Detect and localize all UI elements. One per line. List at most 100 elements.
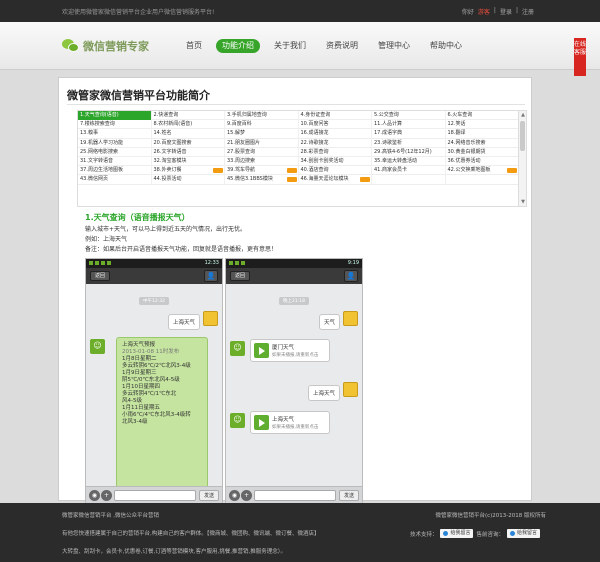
nav-home[interactable]: 首页 xyxy=(180,39,208,53)
feature-item[interactable]: 31.文字转语音 xyxy=(78,156,152,167)
copyright: 微管家微信营销平台(c)2013-2018 版权所有 xyxy=(435,513,546,519)
support-links: 技术支持： 给我留言 售前咨询： 给我留言 xyxy=(410,529,540,538)
feature-item[interactable]: 8.农村新闻(语音) xyxy=(152,120,225,130)
feature-item[interactable]: 38.外卖订餐 xyxy=(152,166,225,176)
voice-card[interactable]: 上海天气 如果未播报,请重新点击 xyxy=(250,411,330,434)
message-input[interactable] xyxy=(254,490,336,501)
user-message: 天气 xyxy=(318,314,340,330)
feature-item[interactable]: 5.公交查询 xyxy=(372,111,446,121)
scroll-up-icon[interactable]: ▲ xyxy=(520,112,526,118)
feature-item[interactable]: 25.网络电影搜索 xyxy=(78,147,152,157)
nav-pricing[interactable]: 资费说明 xyxy=(320,39,364,53)
wechat-logo-icon xyxy=(62,39,80,53)
feature-item[interactable]: 13.糗事 xyxy=(78,129,152,139)
feature-item[interactable]: 27.股票查询 xyxy=(225,147,299,157)
footer-line: 有他您快速搭建属于自己的营销平台,构建自己的客户群体。【微商城、微团购、微讯端、… xyxy=(62,531,320,537)
feature-item[interactable]: 33.周边搜索 xyxy=(225,156,299,167)
nav-about[interactable]: 关于我们 xyxy=(268,39,312,53)
feature-item[interactable]: 4.身份证查询 xyxy=(299,111,372,121)
feature-item[interactable]: 21.朋友圈图片 xyxy=(225,138,299,148)
feature-item[interactable]: 26.文字转语音 xyxy=(152,147,225,157)
feature-item[interactable]: 2.快递查询 xyxy=(152,111,225,121)
feature-item[interactable]: 24.网络音乐搜索 xyxy=(446,138,519,148)
feature-item[interactable]: 34.刮刮卡刮奖活动 xyxy=(299,156,372,167)
user-icon[interactable]: 👤 xyxy=(204,270,218,282)
qq-icon xyxy=(509,531,515,536)
feature-item[interactable]: 32.淘宝客模块 xyxy=(152,156,225,167)
footer-line: 微管家微信营销平台 ,微信公众平台营销 xyxy=(62,513,159,519)
logo-text: 微信营销专家 xyxy=(83,40,149,53)
chat-timestamp: 晚上21:18 xyxy=(279,297,309,305)
send-button[interactable]: 发送 xyxy=(339,490,359,501)
feature-label: 13.糗事 xyxy=(80,130,98,137)
scroll-thumb[interactable] xyxy=(520,121,525,151)
chat-header: 返回 👤 xyxy=(86,268,222,284)
qq-message-button[interactable]: 给我留言 xyxy=(440,529,474,538)
presale-label: 售前咨询： xyxy=(476,531,504,538)
feature-item[interactable]: 35.幸运大转盘活动 xyxy=(372,156,446,167)
feature-item[interactable]: 15.解梦 xyxy=(225,129,299,139)
feature-item[interactable]: 3.手机归属地查询 xyxy=(225,111,299,121)
feature-item[interactable]: 10.百度问答 xyxy=(299,120,372,130)
voice-card[interactable]: 厦门天气 如果未播报,请重新点击 xyxy=(250,339,330,362)
feature-item[interactable]: 17.成语字典 xyxy=(372,129,446,139)
feature-item[interactable]: 23.诗歌鉴析 xyxy=(372,138,446,148)
feature-label: 37.周边生活地图板 xyxy=(80,167,123,174)
chat-input-bar: ◉ + 发送 xyxy=(86,486,222,503)
feature-item[interactable]: 40.酒店查询 xyxy=(299,166,372,176)
back-button[interactable]: 返回 xyxy=(90,271,111,281)
feature-item[interactable]: 43.微信网页 xyxy=(78,175,152,185)
online-service-tab[interactable]: 在线客服 xyxy=(574,38,586,76)
nav-admin[interactable]: 管理中心 xyxy=(372,39,416,53)
site-logo[interactable]: 微信营销专家 xyxy=(62,38,149,54)
send-button[interactable]: 发送 xyxy=(199,490,219,501)
feature-item[interactable]: 42.公交换乘地图板 xyxy=(446,166,519,176)
feature-item[interactable]: 14.姓名 xyxy=(152,129,225,139)
feature-item[interactable]: 22.诗歌接龙 xyxy=(299,138,372,148)
feature-item[interactable]: 1.天气查询(语音) xyxy=(78,111,152,121)
feature-detail-example: 例如：上海天气 xyxy=(85,236,128,243)
feature-label: 43.微信网页 xyxy=(80,176,108,183)
nav-help[interactable]: 帮助中心 xyxy=(424,39,468,53)
feature-item[interactable]: 11.人品计算 xyxy=(372,120,446,130)
plus-icon[interactable]: + xyxy=(101,490,112,501)
top-bar: 欢迎使用微管家微信营销平台企业用户微信营销服务平台! 你好 游客 | 登录 | … xyxy=(0,0,600,22)
voice-icon[interactable]: ◉ xyxy=(89,490,100,501)
play-icon[interactable] xyxy=(254,415,269,430)
scrollbar[interactable]: ▲ ▼ xyxy=(518,111,526,206)
feature-label: 42.公交换乘地图板 xyxy=(447,167,491,174)
feature-label: 38.外卖订餐 xyxy=(153,167,182,174)
feature-item[interactable]: 7.楼栋搜索查询 xyxy=(78,120,152,130)
feature-item[interactable]: 37.周边生活地图板 xyxy=(78,166,152,176)
feature-item[interactable]: 45.微信3.1BBS模块 xyxy=(225,175,299,185)
back-button[interactable]: 返回 xyxy=(230,271,251,281)
feature-item[interactable]: 18.翻译 xyxy=(446,129,519,139)
register-link[interactable]: 注册 xyxy=(522,7,534,16)
feature-item[interactable]: 12.笑话 xyxy=(446,120,519,130)
scroll-down-icon[interactable]: ▼ xyxy=(520,199,526,205)
divider: | xyxy=(493,7,496,14)
message-input[interactable] xyxy=(114,490,196,501)
feature-item[interactable]: 20.百度文图搜索 xyxy=(152,138,225,148)
user-icon[interactable]: 👤 xyxy=(344,270,358,282)
feature-label: 6.火车查询 xyxy=(447,112,473,118)
qq-message-button[interactable]: 给我留言 xyxy=(506,529,540,538)
plus-icon[interactable]: + xyxy=(241,490,252,501)
nav-features[interactable]: 功能介绍 xyxy=(216,39,260,53)
voice-icon[interactable]: ◉ xyxy=(229,490,240,501)
feature-item[interactable]: 19.机器人学习功能 xyxy=(78,138,152,148)
feature-item[interactable]: 6.火车查询 xyxy=(446,111,519,121)
feature-item[interactable]: 46.海量天涯论坛模块 xyxy=(299,175,372,185)
feature-item[interactable]: 29.高铁4-6号(12年12月) xyxy=(372,147,446,157)
feature-item[interactable]: 30.黄金白银期货 xyxy=(446,147,519,157)
login-link[interactable]: 登录 xyxy=(500,7,512,16)
feature-label: 5.公交查询 xyxy=(374,112,399,118)
play-icon[interactable] xyxy=(254,343,269,358)
feature-item[interactable]: 28.彩票查询 xyxy=(299,147,372,157)
feature-item[interactable]: 16.成语接龙 xyxy=(299,129,372,139)
feature-item[interactable]: 41.商家会员卡 xyxy=(372,166,446,176)
feature-item[interactable]: 44.投票活动 xyxy=(152,175,225,185)
feature-item[interactable]: 36.优惠券活动 xyxy=(446,156,519,167)
feature-item[interactable]: 9.百度百科 xyxy=(225,120,299,130)
feature-item[interactable]: 39.驾车导航 xyxy=(225,166,299,176)
